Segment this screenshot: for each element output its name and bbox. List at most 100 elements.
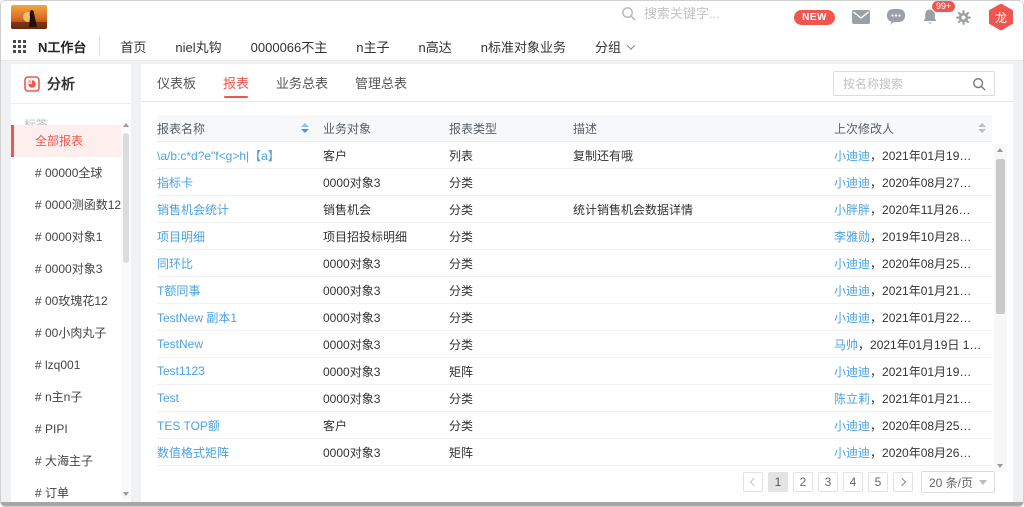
tab-仪表板[interactable]: 仪表板 — [157, 64, 196, 102]
modifier-link[interactable]: 小迪迪 — [834, 311, 870, 325]
chevron-down-icon — [627, 41, 635, 49]
chat-icon[interactable] — [887, 9, 905, 25]
cell-business-object: 0000对象3 — [323, 363, 449, 380]
table-row[interactable]: TestNew0000对象3分类马帅，2021年01月19日 15:58 — [157, 331, 992, 358]
sidebar-tag-item[interactable]: # PIPI — [11, 413, 121, 445]
page-size-select[interactable]: 20 条/页 — [921, 471, 995, 493]
table-row[interactable]: TestNew 副本10000对象3分类小迪迪，2021年01月22日 10:3… — [157, 304, 992, 331]
sidebar-tag-item[interactable]: # 00玫瑰花12 — [11, 285, 121, 317]
column-header[interactable]: 描述 — [573, 120, 834, 137]
modifier-link[interactable]: 小迪迪 — [834, 419, 870, 433]
nav-link[interactable]: n主子 — [356, 37, 389, 56]
scroll-up-arrow[interactable] — [997, 148, 1003, 152]
modifier-link[interactable]: 小迪迪 — [834, 446, 870, 460]
scroll-down-arrow[interactable] — [997, 464, 1003, 468]
report-name-link[interactable]: TES TOP额 — [157, 419, 220, 433]
company-logo[interactable] — [11, 5, 47, 29]
sidebar-tag-item[interactable]: # 订单 — [11, 477, 121, 502]
table-row[interactable]: 项目明细项目招投标明细分类李雅勋，2019年10月28日 14:10 — [157, 223, 992, 250]
report-name-link[interactable]: Test — [157, 391, 179, 405]
report-name-link[interactable]: T额同事 — [157, 284, 200, 298]
page-button[interactable]: 4 — [843, 472, 863, 492]
report-name-link[interactable]: 指标卡 — [157, 176, 193, 190]
table-row[interactable]: 同环比0000对象3分类小迪迪，2020年08月25日 02:20 — [157, 250, 992, 277]
table-scrollbar[interactable] — [994, 144, 1007, 472]
sidebar-tag-item[interactable]: # 0000测函数123 — [11, 189, 121, 221]
modifier-link[interactable]: 马帅 — [834, 338, 858, 352]
column-label: 报表名称 — [157, 120, 205, 137]
sidebar-tag-item[interactable]: 全部报表 — [11, 125, 121, 157]
sidebar-title: 分析 — [47, 74, 75, 94]
modifier-link[interactable]: 小胖胖 — [834, 203, 870, 217]
tab-管理总表[interactable]: 管理总表 — [355, 64, 407, 102]
modifier-link[interactable]: 李雅勋 — [834, 230, 870, 244]
workspace-title[interactable]: N工作台 — [38, 37, 100, 56]
modifier-link[interactable]: 小迪迪 — [834, 176, 870, 190]
sidebar-tag-item[interactable]: # 大海主子 — [11, 445, 121, 477]
page-button[interactable]: 3 — [818, 472, 838, 492]
sidebar-tag-item[interactable]: # 00000全球 — [11, 157, 121, 189]
tab-报表[interactable]: 报表 — [223, 64, 249, 102]
nav-group-dropdown[interactable]: 分组 — [595, 37, 634, 56]
cell-report-name: 项目明细 — [157, 228, 323, 245]
notifications-bell-icon[interactable]: 99+ — [922, 9, 938, 26]
modifier-link[interactable]: 小迪迪 — [834, 284, 870, 298]
cell-last-modified: 小迪迪，2020年08月26日 10:00 — [834, 444, 992, 461]
column-header[interactable]: 报表名称 — [157, 120, 323, 137]
user-avatar[interactable]: 龙 — [989, 4, 1013, 31]
cell-report-type: 分类 — [449, 282, 573, 299]
scroll-down-arrow[interactable] — [123, 492, 129, 496]
scroll-up-arrow[interactable] — [123, 123, 129, 127]
modifier-link[interactable]: 小迪迪 — [834, 365, 870, 379]
table-row[interactable]: 销售机会统计销售机会分类统计销售机会数据详情小胖胖，2020年11月26日 18… — [157, 196, 992, 223]
report-name-link[interactable]: TestNew — [157, 337, 203, 351]
table-row[interactable]: 数值格式矩阵0000对象3矩阵小迪迪，2020年08月26日 10:00 — [157, 439, 992, 466]
app-launcher-icon[interactable] — [13, 40, 26, 53]
sidebar-tag-item[interactable]: # 0000对象1 — [11, 221, 121, 253]
nav-link[interactable]: 首页 — [120, 37, 146, 56]
sidebar-scrollbar[interactable] — [121, 119, 131, 500]
sort-icon[interactable] — [978, 123, 986, 133]
column-header[interactable]: 报表类型 — [449, 120, 573, 137]
report-name-link[interactable]: 项目明细 — [157, 230, 205, 244]
table-row[interactable]: Test0000对象3分类陈立莉，2021年01月21日 17:00 — [157, 385, 992, 412]
mail-icon[interactable] — [852, 10, 870, 24]
settings-gear-icon[interactable] — [955, 9, 972, 26]
page-button[interactable]: 2 — [793, 472, 813, 492]
table-row[interactable]: \a/b:c*d?e"f<g>h|【a】客户列表复制还有哦小迪迪，2021年01… — [157, 142, 992, 169]
report-name-link[interactable]: 销售机会统计 — [157, 203, 229, 217]
tab-业务总表[interactable]: 业务总表 — [276, 64, 328, 102]
name-search-input[interactable] — [834, 77, 972, 91]
new-badge[interactable]: NEW — [794, 10, 835, 25]
page-button[interactable]: 5 — [868, 472, 888, 492]
prev-page-button[interactable] — [743, 472, 763, 492]
report-name-link[interactable]: Test1123 — [157, 364, 205, 378]
scrollbar-thumb[interactable] — [123, 133, 129, 263]
modifier-link[interactable]: 陈立莉 — [834, 392, 870, 406]
table-row[interactable]: 指标卡0000对象3分类小迪迪，2020年08月27日 14:39 — [157, 169, 992, 196]
modifier-link[interactable]: 小迪迪 — [834, 149, 870, 163]
search-icon[interactable] — [972, 77, 986, 91]
modifier-link[interactable]: 小迪迪 — [834, 257, 870, 271]
nav-link[interactable]: n标准对象业务 — [481, 37, 566, 56]
column-header[interactable]: 业务对象 — [323, 120, 449, 137]
table-row[interactable]: TES TOP额客户分类小迪迪，2020年08月25日 03:14 — [157, 412, 992, 439]
column-header[interactable]: 上次修改人 — [834, 120, 992, 137]
scrollbar-thumb[interactable] — [996, 159, 1005, 314]
sidebar-tag-item[interactable]: # lzq001 — [11, 349, 121, 381]
sidebar-tag-item[interactable]: # 00小肉丸子 — [11, 317, 121, 349]
sidebar-tag-item[interactable]: # 0000对象3 — [11, 253, 121, 285]
report-name-link[interactable]: 同环比 — [157, 257, 193, 271]
table-row[interactable]: T额同事0000对象3分类小迪迪，2021年01月21日 10:35 — [157, 277, 992, 304]
report-name-link[interactable]: 数值格式矩阵 — [157, 446, 229, 460]
next-page-button[interactable] — [893, 472, 913, 492]
table-row[interactable]: Test11230000对象3矩阵小迪迪，2021年01月19日 16:19 — [157, 358, 992, 385]
nav-link[interactable]: 0000066不主 — [251, 37, 328, 56]
page-button[interactable]: 1 — [768, 472, 788, 492]
report-name-link[interactable]: TestNew 副本1 — [157, 311, 237, 325]
nav-link[interactable]: niel丸钩 — [175, 37, 221, 56]
report-name-link[interactable]: \a/b:c*d?e"f<g>h|【a】 — [157, 149, 280, 163]
sidebar-tag-item[interactable]: # n主n子 — [11, 381, 121, 413]
sort-icon[interactable] — [301, 123, 309, 133]
nav-link[interactable]: n高达 — [419, 37, 452, 56]
